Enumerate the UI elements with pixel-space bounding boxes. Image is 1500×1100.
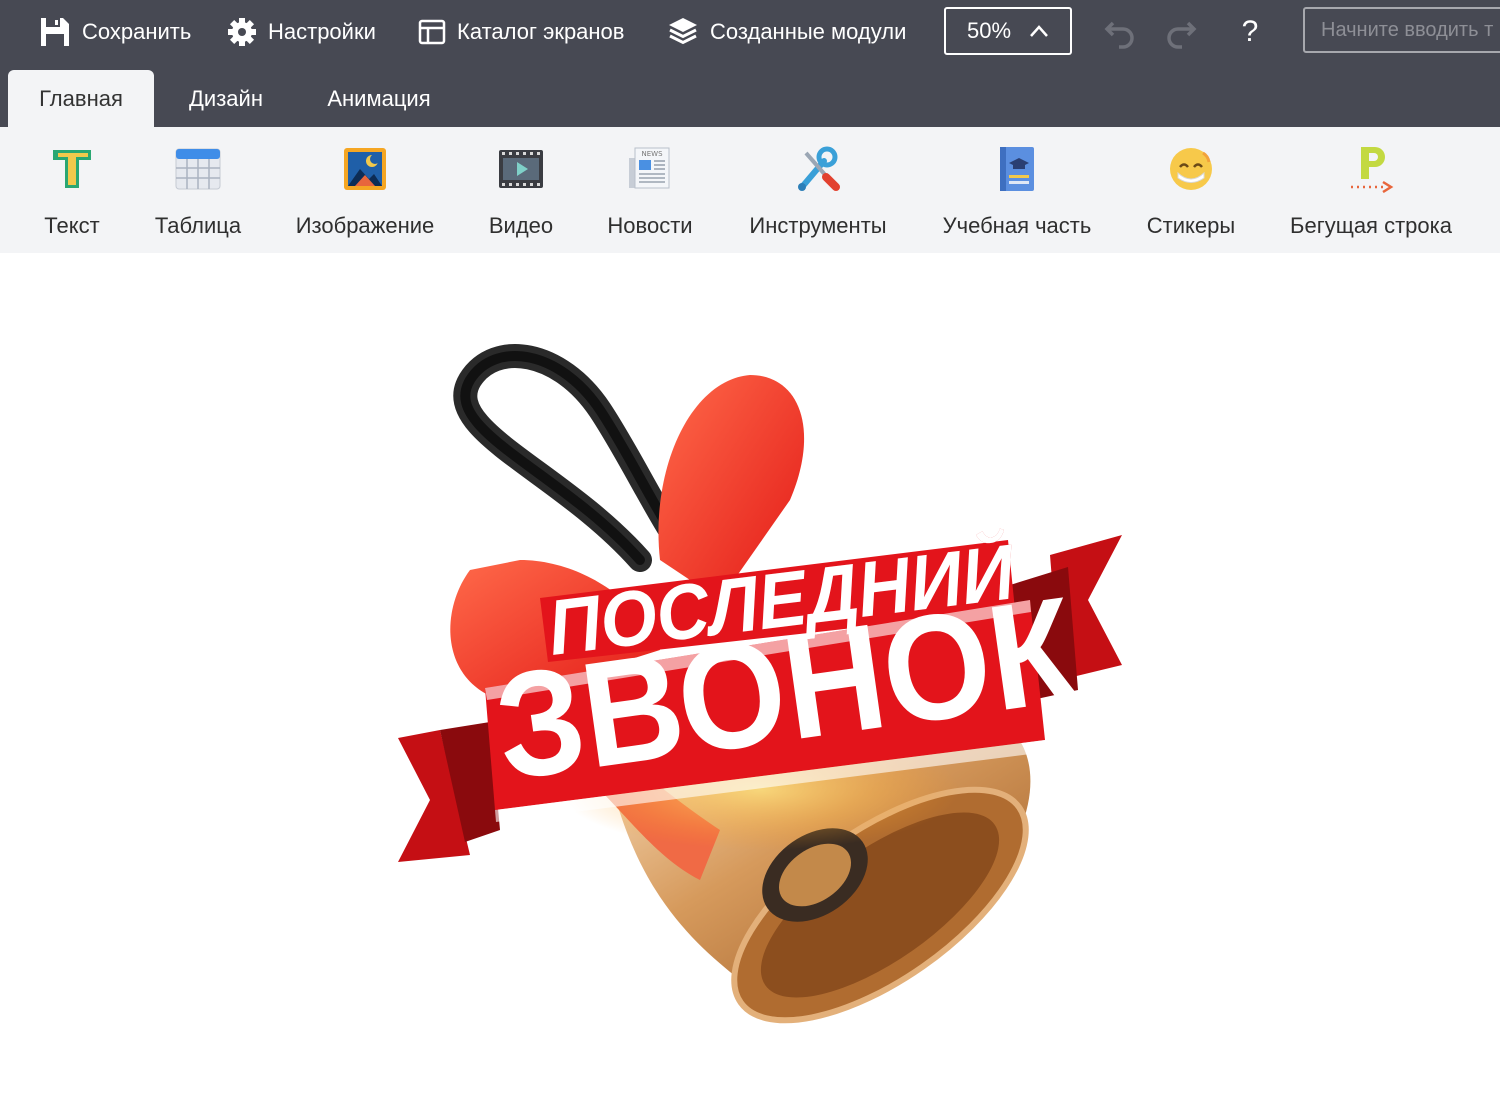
save-button[interactable]: Сохранить bbox=[38, 12, 191, 52]
tab-label: Анимация bbox=[327, 85, 431, 111]
tab-label: Главная bbox=[39, 85, 123, 111]
ribbon-item-news[interactable]: NEWS Новости bbox=[602, 127, 698, 253]
tab-animation[interactable]: Анимация bbox=[304, 70, 454, 127]
gear-icon bbox=[228, 18, 256, 46]
ribbon-item-label: Видео bbox=[488, 213, 554, 238]
last-bell-artwork[interactable]: ПОСЛЕДНИЙ ПОСЛЕДНИЙ ЗВОНОК bbox=[0, 253, 1500, 1100]
screen-catalog-button[interactable]: Каталог экранов bbox=[417, 12, 624, 52]
settings-label: Настройки bbox=[268, 19, 376, 44]
ribbon-item-study[interactable]: Учебная часть bbox=[940, 127, 1094, 253]
ribbon-item-stickers[interactable]: Стикеры bbox=[1142, 127, 1240, 253]
layout-icon bbox=[418, 19, 446, 45]
news-icon: NEWS bbox=[629, 147, 670, 189]
tools-icon bbox=[798, 146, 840, 191]
redo-button[interactable] bbox=[1163, 14, 1199, 50]
image-icon bbox=[344, 148, 386, 190]
book-icon bbox=[1000, 147, 1034, 191]
redo-icon bbox=[1167, 21, 1197, 49]
help-icon: ? bbox=[1241, 15, 1259, 48]
editor-canvas[interactable]: ПОСЛЕДНИЙ ПОСЛЕДНИЙ ЗВОНОК bbox=[0, 253, 1500, 1100]
ribbon-item-video[interactable]: Видео bbox=[484, 127, 558, 253]
created-modules-button[interactable]: Созданные модули bbox=[666, 12, 906, 52]
insert-ribbon: Текст Таблица Изображение Видео NEWS Нов… bbox=[0, 127, 1500, 253]
svg-text:NEWS: NEWS bbox=[641, 150, 663, 158]
undo-icon bbox=[1104, 21, 1134, 49]
table-icon bbox=[175, 148, 221, 190]
tab-design[interactable]: Дизайн bbox=[164, 70, 288, 127]
ticker-icon bbox=[1351, 147, 1394, 193]
ribbon-item-label: Новости bbox=[607, 213, 693, 238]
tab-label: Дизайн bbox=[189, 85, 263, 111]
ribbon-item-label: Бегущая строка bbox=[1290, 213, 1452, 238]
zoom-selector[interactable]: 50% bbox=[944, 7, 1072, 55]
toolbar-row: Сохранить Настройки Каталог экранов Созд… bbox=[0, 0, 1500, 64]
chevron-up-icon bbox=[1030, 25, 1048, 37]
ribbon-item-label: Стикеры bbox=[1146, 213, 1236, 238]
modules-label: Созданные модули bbox=[710, 19, 907, 44]
floppy-disk-icon bbox=[41, 18, 69, 46]
ribbon-item-image[interactable]: Изображение bbox=[290, 127, 440, 253]
layers-icon bbox=[669, 18, 697, 45]
ribbon-item-label: Инструменты bbox=[749, 213, 887, 238]
help-button[interactable]: ? bbox=[1232, 14, 1268, 50]
zoom-value: 50% bbox=[966, 18, 1012, 43]
settings-button[interactable]: Настройки bbox=[226, 12, 376, 52]
ribbon-item-table[interactable]: Таблица bbox=[150, 127, 246, 253]
search-input[interactable] bbox=[1303, 7, 1500, 53]
ribbon-item-ticker[interactable]: Бегущая строка bbox=[1284, 127, 1458, 253]
catalog-label: Каталог экранов bbox=[457, 19, 625, 44]
ribbon-item-text[interactable]: Текст bbox=[38, 127, 106, 253]
ribbon-item-label: Учебная часть bbox=[942, 213, 1092, 238]
tab-home[interactable]: Главная bbox=[8, 70, 154, 127]
undo-button[interactable] bbox=[1102, 14, 1138, 50]
ribbon-item-label: Таблица bbox=[154, 213, 242, 238]
top-toolbar: Сохранить Настройки Каталог экранов Созд… bbox=[0, 0, 1500, 127]
save-label: Сохранить bbox=[82, 19, 192, 44]
ribbon-item-label: Изображение bbox=[295, 213, 435, 238]
ribbon-item-tools[interactable]: Инструменты bbox=[744, 127, 892, 253]
sticker-icon bbox=[1170, 148, 1212, 190]
video-icon bbox=[499, 150, 543, 188]
ribbon-item-label: Текст bbox=[44, 213, 100, 238]
text-icon bbox=[53, 150, 91, 188]
